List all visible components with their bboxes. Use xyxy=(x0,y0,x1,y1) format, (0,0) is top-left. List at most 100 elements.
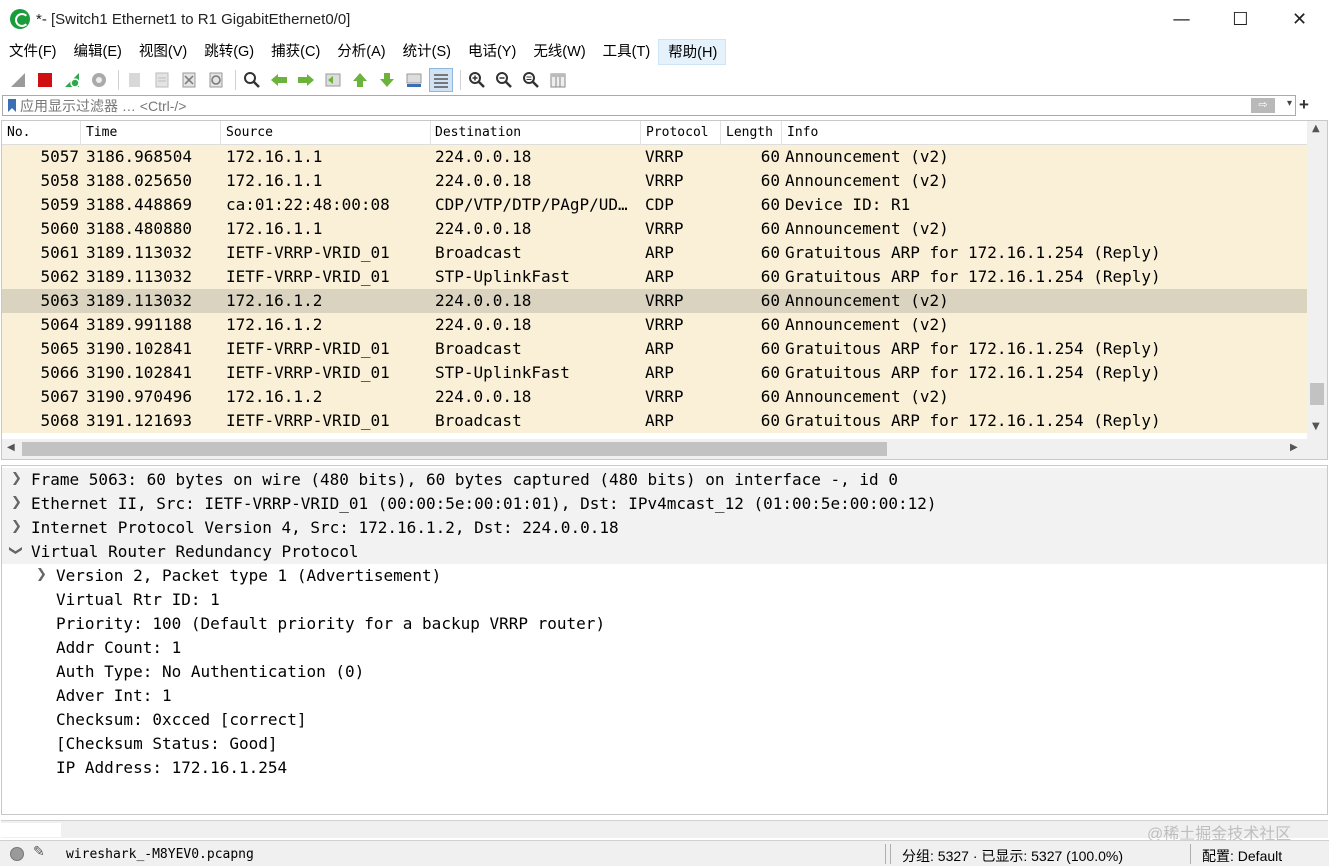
tree-item-ip-address[interactable]: IP Address: 172.16.1.254 xyxy=(2,756,1327,780)
tree-item-addr-count[interactable]: Addr Count: 1 xyxy=(2,636,1327,660)
column-header-time[interactable]: Time xyxy=(86,125,117,140)
resize-columns-icon[interactable] xyxy=(546,68,570,92)
go-forward-icon[interactable] xyxy=(294,68,318,92)
colorize-icon[interactable] xyxy=(429,68,453,92)
column-divider[interactable] xyxy=(80,121,81,145)
packet-row[interactable]: 5059 3188.448869 ca:01:22:48:00:08 CDP/VTP/… xyxy=(2,193,1308,217)
menu-go[interactable]: 跳转(G) xyxy=(195,39,262,65)
expand-chevron-icon[interactable]: ❯ xyxy=(11,519,22,534)
apply-filter-button[interactable]: ⇨ xyxy=(1251,98,1275,113)
column-divider[interactable] xyxy=(220,121,221,145)
autoscroll-icon[interactable] xyxy=(402,68,426,92)
menu-help[interactable]: 帮助(H) xyxy=(658,39,727,65)
tree-item-auth-type[interactable]: Auth Type: No Authentication (0) xyxy=(2,660,1327,684)
stop-capture-icon[interactable] xyxy=(33,68,57,92)
tree-item-frame[interactable]: ❯ Frame 5063: 60 bytes on wire (480 bits… xyxy=(2,468,1327,492)
menu-analyze[interactable]: 分析(A) xyxy=(328,39,393,65)
scroll-left-icon[interactable]: ◀ xyxy=(7,442,15,453)
packet-row[interactable]: 5068 3191.121693 IETF-VRRP-VRID_01 Broadcas… xyxy=(2,409,1308,433)
column-divider[interactable] xyxy=(430,121,431,145)
status-bar: ✎ wireshark_-M8YEV0.pcapng 分组: 5327 · 已显… xyxy=(0,840,1329,866)
tree-item-checksum[interactable]: Checksum: 0xcced [correct] xyxy=(2,708,1327,732)
packet-row[interactable]: 5063 3189.113032 172.16.1.2 224.0.0.18 VRRP 6… xyxy=(2,289,1308,313)
column-divider[interactable] xyxy=(720,121,721,145)
find-packet-icon[interactable] xyxy=(240,68,264,92)
tree-item-vrrp-version[interactable]: ❯ Version 2, Packet type 1 (Advertisemen… xyxy=(2,564,1327,588)
packet-list-vertical-scrollbar[interactable]: ▲ ▼ xyxy=(1307,121,1327,439)
filter-history-dropdown[interactable]: ▾ xyxy=(1287,98,1292,109)
scrollbar-thumb[interactable] xyxy=(22,442,887,456)
menu-file[interactable]: 文件(F) xyxy=(0,39,65,65)
packet-row[interactable]: 5065 3190.102841 IETF-VRRP-VRID_01 Broadcas… xyxy=(2,337,1308,361)
maximize-button[interactable]: ☐ xyxy=(1211,0,1270,38)
packet-row[interactable]: 5057 3186.968504 172.16.1.1 224.0.0.18 VRRP 6… xyxy=(2,145,1308,169)
go-first-icon[interactable] xyxy=(348,68,372,92)
restart-capture-icon[interactable] xyxy=(60,68,84,92)
display-filter-input[interactable]: 应用显示过滤器 … <Ctrl-/> ⇨ ▾ xyxy=(2,95,1296,116)
tree-item-vrid[interactable]: Virtual Rtr ID: 1 xyxy=(2,588,1327,612)
scroll-right-icon[interactable]: ▶ xyxy=(1290,442,1298,453)
tree-item-priority[interactable]: Priority: 100 (Default priority for a ba… xyxy=(2,612,1327,636)
collapse-chevron-icon[interactable]: ❯ xyxy=(8,545,23,556)
column-header-no[interactable]: No. xyxy=(7,125,30,140)
packet-row[interactable]: 5067 3190.970496 172.16.1.2 224.0.0.18 VRRP 6… xyxy=(2,385,1308,409)
column-header-info[interactable]: Info xyxy=(787,125,818,140)
filter-bookmark-icon[interactable] xyxy=(8,99,16,112)
packet-row[interactable]: 5066 3190.102841 IETF-VRRP-VRID_01 STP-Upli… xyxy=(2,361,1308,385)
tree-item-checksum-status[interactable]: [Checksum Status: Good] xyxy=(2,732,1327,756)
expert-info-icon[interactable] xyxy=(10,847,24,861)
go-to-packet-icon[interactable] xyxy=(321,68,345,92)
status-divider xyxy=(890,844,891,864)
packet-info: Gratuitous ARP for 172.16.1.254 (Reply) xyxy=(785,411,1161,430)
column-header-source[interactable]: Source xyxy=(226,125,273,140)
expand-chevron-icon[interactable]: ❯ xyxy=(36,567,47,582)
menu-telephony[interactable]: 电话(Y) xyxy=(459,39,524,65)
packet-bytes-pane[interactable] xyxy=(1,820,1328,838)
column-header-length[interactable]: Length xyxy=(726,125,773,140)
minimize-button[interactable]: — xyxy=(1152,0,1211,38)
packet-row[interactable]: 5058 3188.025650 172.16.1.1 224.0.0.18 VRRP 6… xyxy=(2,169,1308,193)
packet-source: 172.16.1.2 xyxy=(226,291,323,310)
menu-statistics[interactable]: 统计(S) xyxy=(394,39,459,65)
scroll-up-icon[interactable]: ▲ xyxy=(1312,123,1320,134)
capture-options-icon[interactable] xyxy=(87,68,111,92)
go-back-icon[interactable] xyxy=(267,68,291,92)
scroll-down-icon[interactable]: ▼ xyxy=(1312,421,1320,432)
packet-row[interactable]: 5060 3188.480880 172.16.1.1 224.0.0.18 VRRP 6… xyxy=(2,217,1308,241)
capture-comment-icon[interactable]: ✎ xyxy=(33,844,45,860)
tree-item-ipv4[interactable]: ❯ Internet Protocol Version 4, Src: 172.… xyxy=(2,516,1327,540)
zoom-out-icon[interactable] xyxy=(492,68,516,92)
reload-file-icon[interactable] xyxy=(204,68,228,92)
menu-view[interactable]: 视图(V) xyxy=(130,39,195,65)
expand-chevron-icon[interactable]: ❯ xyxy=(11,471,22,486)
packet-row[interactable]: 5062 3189.113032 IETF-VRRP-VRID_01 STP-Upli… xyxy=(2,265,1308,289)
column-divider[interactable] xyxy=(640,121,641,145)
tree-item-adver-int[interactable]: Adver Int: 1 xyxy=(2,684,1327,708)
column-header-destination[interactable]: Destination xyxy=(435,125,521,140)
menu-edit[interactable]: 编辑(E) xyxy=(65,39,130,65)
expand-chevron-icon[interactable]: ❯ xyxy=(11,495,22,510)
close-button[interactable]: ✕ xyxy=(1270,0,1329,38)
menu-tools[interactable]: 工具(T) xyxy=(594,39,659,65)
save-file-icon[interactable] xyxy=(150,68,174,92)
menu-wireless[interactable]: 无线(W) xyxy=(524,39,593,65)
add-filter-button[interactable]: + xyxy=(1299,95,1309,115)
start-capture-icon[interactable] xyxy=(6,68,30,92)
open-file-icon[interactable] xyxy=(123,68,147,92)
zoom-normal-icon[interactable] xyxy=(519,68,543,92)
scrollbar-thumb[interactable] xyxy=(1310,383,1324,405)
tree-item-ethernet[interactable]: ❯ Ethernet II, Src: IETF-VRRP-VRID_01 (0… xyxy=(2,492,1327,516)
profile-selector[interactable]: 配置: Default xyxy=(1202,846,1282,866)
scrollbar-thumb[interactable] xyxy=(1,823,61,837)
column-header-protocol[interactable]: Protocol xyxy=(646,125,709,140)
go-last-icon[interactable] xyxy=(375,68,399,92)
packet-length: 60 xyxy=(760,339,780,358)
tree-item-vrrp[interactable]: ❯ Virtual Router Redundancy Protocol xyxy=(2,540,1327,564)
packet-row[interactable]: 5064 3189.991188 172.16.1.2 224.0.0.18 VRRP 6… xyxy=(2,313,1308,337)
close-file-icon[interactable] xyxy=(177,68,201,92)
zoom-in-icon[interactable] xyxy=(465,68,489,92)
column-divider[interactable] xyxy=(781,121,782,145)
menu-capture[interactable]: 捕获(C) xyxy=(262,39,328,65)
packet-list-horizontal-scrollbar[interactable]: ◀ ▶ xyxy=(2,439,1327,459)
packet-row[interactable]: 5061 3189.113032 IETF-VRRP-VRID_01 Broadcas… xyxy=(2,241,1308,265)
